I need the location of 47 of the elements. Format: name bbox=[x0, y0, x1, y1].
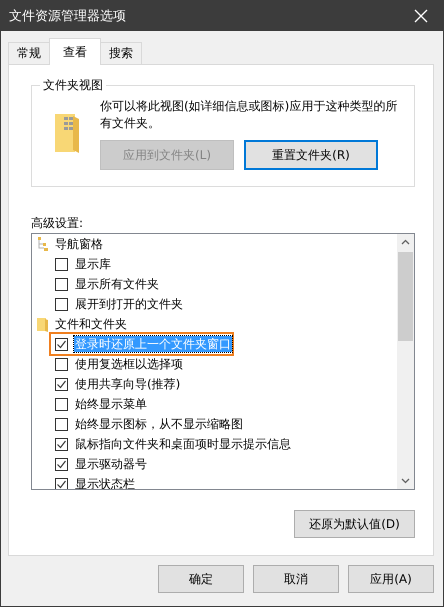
tab[interactable]: 查看 bbox=[49, 38, 101, 65]
option-label[interactable]: 显示所有文件夹 bbox=[74, 276, 160, 292]
group-title: 文件夹视图 bbox=[42, 77, 104, 94]
checkbox[interactable] bbox=[55, 418, 68, 430]
checkbox[interactable] bbox=[55, 478, 68, 489]
scroll-down-icon bbox=[401, 478, 410, 484]
checkbox[interactable] bbox=[55, 338, 68, 350]
tab[interactable]: 常规 bbox=[8, 42, 50, 64]
option-label[interactable]: 始终显示菜单 bbox=[74, 396, 148, 412]
option-label[interactable]: 使用共享向导(推荐) bbox=[74, 376, 182, 392]
tree-icon bbox=[36, 236, 50, 252]
folder-icon bbox=[52, 112, 82, 156]
button[interactable]: 应用(A) bbox=[348, 565, 434, 593]
check-icon bbox=[56, 338, 67, 350]
window-title: 文件资源管理器选项 bbox=[8, 8, 126, 25]
option-label[interactable]: 展开到打开的文件夹 bbox=[74, 296, 184, 312]
restore-defaults-button[interactable]: 还原为默认值(D) bbox=[294, 510, 415, 538]
option-label[interactable]: 使用复选框以选择项 bbox=[74, 356, 184, 372]
check-icon bbox=[56, 378, 67, 390]
scroll-up-icon bbox=[401, 239, 410, 245]
button[interactable]: 取消 bbox=[253, 565, 339, 593]
check-icon bbox=[56, 458, 67, 470]
option-label[interactable]: 显示驱动器号 bbox=[74, 456, 148, 472]
tab[interactable]: 搜索 bbox=[100, 42, 142, 64]
button[interactable]: 确定 bbox=[158, 565, 244, 593]
check-icon bbox=[56, 438, 67, 450]
button[interactable]: 重置文件夹(R) bbox=[244, 140, 378, 170]
folder-icon bbox=[36, 316, 50, 332]
checkbox[interactable] bbox=[55, 438, 68, 450]
scroll-thumb[interactable] bbox=[398, 252, 413, 341]
close-icon bbox=[414, 9, 428, 23]
checkbox[interactable] bbox=[55, 258, 68, 270]
check-icon bbox=[56, 478, 67, 489]
option-label[interactable]: 显示库 bbox=[74, 256, 112, 272]
checkbox[interactable] bbox=[55, 298, 68, 310]
group-label: 导航窗格 bbox=[55, 236, 103, 252]
group-label: 文件和文件夹 bbox=[55, 316, 127, 332]
option-label[interactable]: 鼠标指向文件夹和桌面项时显示提示信息 bbox=[74, 436, 292, 452]
scrollbar[interactable] bbox=[397, 234, 414, 489]
checkbox[interactable] bbox=[55, 278, 68, 290]
description-text: 你可以将此视图(如详细信息或图标)应用于这种类型的所有文件夹。 bbox=[100, 98, 398, 132]
option-label[interactable]: 始终显示图标，从不显示缩略图 bbox=[74, 416, 244, 432]
checkbox[interactable] bbox=[55, 398, 68, 410]
checkbox[interactable] bbox=[55, 378, 68, 390]
checkbox[interactable] bbox=[55, 358, 68, 370]
checkbox[interactable] bbox=[55, 458, 68, 470]
section-label: 高级设置: bbox=[31, 215, 84, 232]
